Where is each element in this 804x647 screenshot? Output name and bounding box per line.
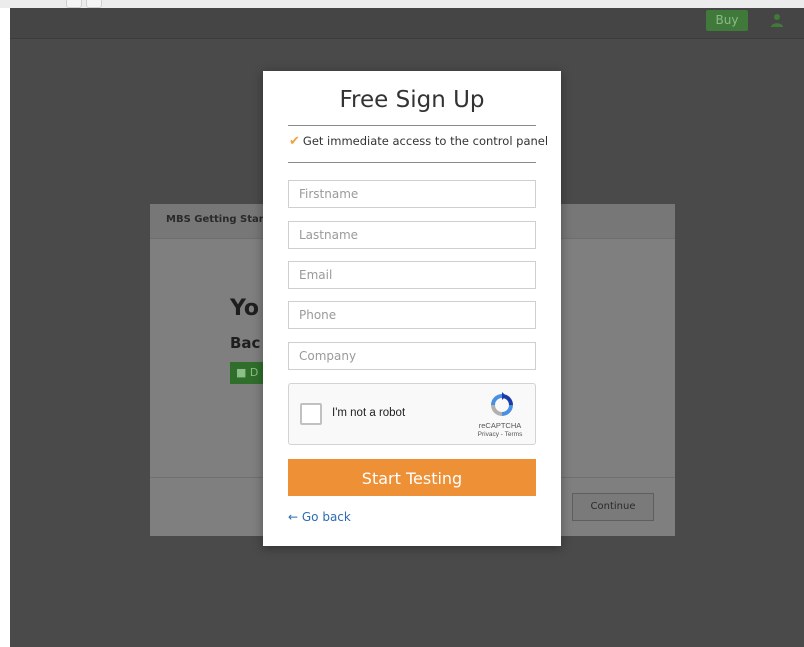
left-gutter bbox=[0, 8, 10, 647]
start-testing-button[interactable]: Start Testing bbox=[288, 459, 536, 496]
signup-title: Free Sign Up bbox=[339, 87, 485, 113]
title-divider bbox=[288, 125, 536, 126]
background-dialog-title: MBS Getting Start bbox=[166, 214, 269, 225]
email-field[interactable] bbox=[288, 261, 536, 289]
recaptcha-label: I'm not a robot bbox=[332, 407, 406, 419]
user-icon[interactable] bbox=[770, 13, 784, 27]
recaptcha-privacy-terms[interactable]: Privacy - Terms bbox=[469, 431, 531, 438]
windows-icon: ■ bbox=[236, 366, 247, 379]
buy-button[interactable]: Buy bbox=[706, 10, 748, 31]
app-header bbox=[10, 8, 804, 39]
benefit-divider bbox=[288, 162, 536, 163]
recaptcha-brand: reCAPTCHA bbox=[478, 421, 522, 430]
window-control-button[interactable] bbox=[66, 0, 82, 8]
benefit-line: ✔ Get immediate access to the control pan… bbox=[289, 134, 548, 149]
company-field[interactable] bbox=[288, 342, 536, 370]
recaptcha-widget: I'm not a robot reCAPTCHA Privacy - Term… bbox=[288, 383, 536, 445]
firstname-field[interactable] bbox=[288, 180, 536, 208]
phone-field[interactable] bbox=[288, 301, 536, 329]
background-heading: Yo bbox=[230, 296, 260, 321]
recaptcha-checkbox[interactable] bbox=[300, 403, 322, 425]
window-chrome bbox=[0, 0, 804, 8]
recaptcha-logo-icon bbox=[491, 392, 513, 416]
lastname-field[interactable] bbox=[288, 221, 536, 249]
signup-modal: Free Sign Up ✔ Get immediate access to th… bbox=[263, 71, 561, 546]
background-subheading: Bac bbox=[230, 334, 261, 352]
go-back-link[interactable]: ← Go back bbox=[288, 510, 351, 524]
window-control-button[interactable] bbox=[86, 0, 102, 8]
background-download-label: D bbox=[249, 366, 259, 379]
benefit-text: Get immediate access to the control pane… bbox=[302, 134, 549, 148]
checkmark-icon: ✔ bbox=[289, 134, 300, 149]
continue-button: Continue bbox=[572, 493, 654, 521]
